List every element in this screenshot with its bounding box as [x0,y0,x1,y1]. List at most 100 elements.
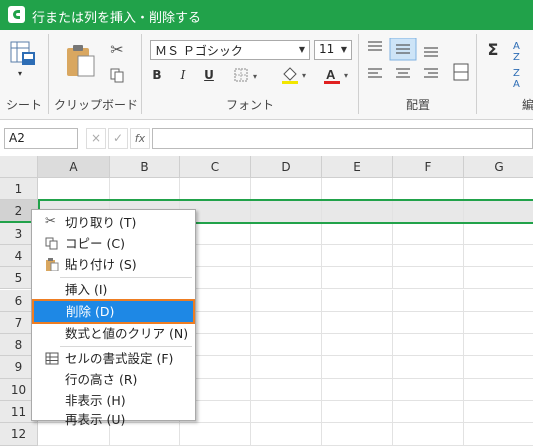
cell[interactable] [393,222,464,245]
fill-color-button[interactable]: ▾ [278,64,314,86]
cell[interactable] [180,423,251,446]
group-label-font: フォント [226,98,275,112]
cell[interactable] [251,334,322,357]
bold-button[interactable]: B [146,64,168,86]
column-header-g[interactable]: G [464,156,533,178]
alignment-icons [368,37,469,81]
cell[interactable] [251,401,322,424]
autosum-button[interactable]: Σ [482,38,504,60]
font-name-value: ＭＳ Ｐゴシック [155,44,243,58]
column-header-e[interactable]: E [322,156,393,178]
group-label-alignment: 配置 [406,98,431,112]
menu-item-insert[interactable]: 挿入 (I) [33,279,194,300]
sheet-button[interactable]: ▾ [8,38,42,88]
cell[interactable] [464,244,533,268]
menu-item-cut[interactable]: ✂ 切り取り (T) [33,212,194,233]
italic-button[interactable]: I [172,64,194,86]
cell[interactable] [251,222,322,245]
cut-button[interactable]: ✂ [106,38,128,60]
cell[interactable] [464,289,533,312]
cell[interactable] [393,334,464,357]
cell[interactable] [393,311,464,335]
cell[interactable] [393,356,464,379]
cell[interactable] [393,401,464,424]
cell[interactable] [322,244,393,268]
font-color-button[interactable]: A ▾ [320,64,356,86]
cell[interactable] [393,378,464,401]
cell[interactable] [393,267,464,290]
cell[interactable] [322,401,393,424]
font-name-select[interactable]: ＭＳ Ｐゴシック ▼ [150,40,310,60]
cell[interactable] [393,178,464,201]
select-all-corner[interactable] [0,156,38,178]
cell[interactable] [464,423,533,446]
cell[interactable] [251,200,322,223]
name-box[interactable]: A2 [4,128,78,149]
cell[interactable] [322,267,393,290]
cell[interactable] [464,178,533,201]
enter-button[interactable]: ✓ [108,128,128,149]
menu-item-label: コピー (C) [65,236,125,251]
cell[interactable] [464,311,533,335]
column-header-a[interactable]: A [38,156,110,178]
cell[interactable] [180,178,251,201]
cell[interactable] [464,267,533,290]
cell[interactable] [322,334,393,357]
cell[interactable] [322,178,393,201]
menu-item-copy[interactable]: コピー (C) [33,233,194,254]
cell[interactable] [251,311,322,335]
cell[interactable] [322,378,393,401]
menu-item-paste[interactable]: 貼り付け (S) [33,254,194,275]
cell[interactable] [251,378,322,401]
menu-item-hide[interactable]: 非表示 (H) [33,390,194,411]
row-header-1[interactable]: 1 [0,178,38,201]
cell[interactable] [464,334,533,357]
column-header-b[interactable]: B [110,156,180,178]
copy-button[interactable] [106,64,128,86]
cell[interactable] [393,289,464,312]
formula-bar: A2 × ✓ fx [0,124,533,154]
cell[interactable] [251,267,322,290]
underline-button[interactable]: U [198,64,220,86]
paste-icon [67,45,95,77]
cell[interactable] [322,356,393,379]
cancel-button[interactable]: × [86,128,106,149]
sort-icon[interactable]: A Z Z A [510,38,532,92]
cell[interactable] [393,244,464,268]
paste-button[interactable] [62,42,102,82]
cell[interactable] [110,178,180,201]
menu-item-row-height[interactable]: 行の高さ (R) [33,369,194,390]
font-size-select[interactable]: 11 ▼ [314,40,352,60]
cell[interactable] [251,423,322,446]
border-button[interactable]: ▾ [230,64,266,86]
cell[interactable] [322,222,393,245]
column-header-f[interactable]: F [393,156,464,178]
chevron-down-icon: ▼ [298,45,305,54]
formula-input[interactable] [152,128,533,149]
cell[interactable] [251,178,322,201]
menu-item-delete[interactable]: 削除 (D) [32,299,195,324]
cell[interactable] [464,401,533,424]
cell[interactable] [322,289,393,312]
menu-item-format-cells[interactable]: セルの書式設定 (F) [33,348,194,369]
cell[interactable] [322,423,393,446]
cell[interactable] [393,200,464,223]
column-header-c[interactable]: C [180,156,251,178]
cell[interactable] [322,311,393,335]
cell[interactable] [251,289,322,312]
cell[interactable] [464,356,533,379]
column-header-d[interactable]: D [251,156,322,178]
cell[interactable] [251,356,322,379]
insert-function-button[interactable]: fx [130,128,150,149]
ribbon-separator [141,34,142,114]
cell[interactable] [464,200,533,223]
cell[interactable] [38,178,110,201]
cell[interactable] [464,222,533,245]
cell[interactable] [322,200,393,223]
menu-item-unhide[interactable]: 再表示 (U) [33,409,194,427]
menu-item-clear-contents[interactable]: 数式と値のクリア (N) [33,323,194,344]
cell[interactable] [251,244,322,268]
row-header-12[interactable]: 12 [0,423,38,446]
cell[interactable] [464,378,533,401]
cell[interactable] [393,423,464,446]
